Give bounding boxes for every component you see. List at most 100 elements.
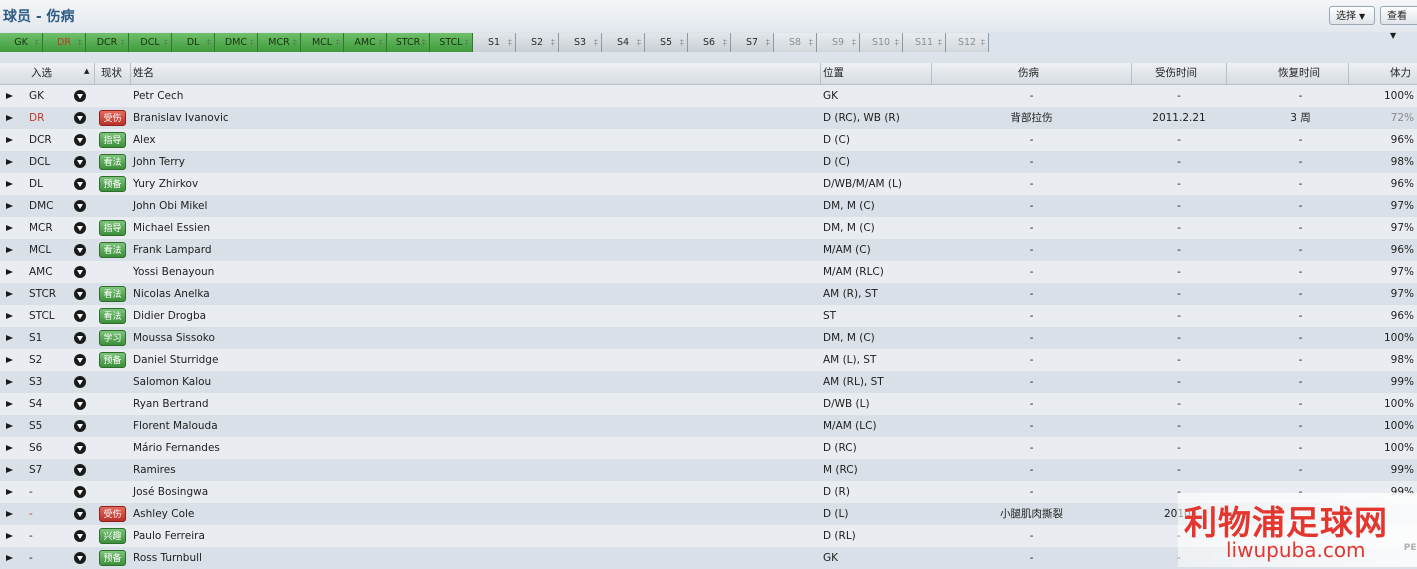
table-row[interactable]: DMC John Obi Mikel DM, M (C) - - -97% xyxy=(0,195,1417,217)
table-row[interactable]: AMC Yossi Benayoun M/AM (RLC) - - -97% xyxy=(0,261,1417,283)
table-row[interactable]: S3 Salomon Kalou AM (RL), ST - - -99% xyxy=(0,371,1417,393)
table-row[interactable]: STCR 看法 Nicolas Anelka AM (R), ST - - -97% xyxy=(0,283,1417,305)
slot-tab[interactable]: MCR xyxy=(258,33,301,52)
status-badge[interactable]: 兴趣 xyxy=(99,528,126,544)
dropdown-circle-icon[interactable] xyxy=(74,288,86,300)
select-button[interactable]: 选择 ▼ xyxy=(1329,6,1375,25)
expand-arrow-icon[interactable] xyxy=(6,335,13,341)
col-name[interactable]: 姓名 xyxy=(133,63,154,84)
drag-handle-icon[interactable] xyxy=(594,39,598,46)
expand-arrow-icon[interactable] xyxy=(6,181,13,187)
expand-arrow-icon[interactable] xyxy=(6,401,13,407)
dropdown-circle-icon[interactable] xyxy=(74,134,86,146)
drag-handle-icon[interactable] xyxy=(895,39,899,46)
expand-arrow-icon[interactable] xyxy=(6,379,13,385)
drag-handle-icon[interactable] xyxy=(293,39,297,46)
slot-tab[interactable]: GK xyxy=(0,33,43,52)
slot-tab[interactable]: DR xyxy=(43,33,86,52)
dropdown-circle-icon[interactable] xyxy=(74,442,86,454)
drag-handle-icon[interactable] xyxy=(852,39,856,46)
dropdown-circle-icon[interactable] xyxy=(74,266,86,278)
slot-tab[interactable]: S10 xyxy=(860,33,903,52)
col-status[interactable]: 现状 xyxy=(101,63,122,84)
dropdown-circle-icon[interactable] xyxy=(74,486,86,498)
dropdown-circle-icon[interactable] xyxy=(74,354,86,366)
col-injured-date[interactable]: 受伤时间 xyxy=(1155,63,1197,84)
drag-handle-icon[interactable] xyxy=(766,39,770,46)
dropdown-circle-icon[interactable] xyxy=(74,244,86,256)
expand-arrow-icon[interactable] xyxy=(6,313,13,319)
dropdown-circle-icon[interactable] xyxy=(74,464,86,476)
slot-tab[interactable]: STCL xyxy=(430,33,473,52)
dropdown-circle-icon[interactable] xyxy=(74,508,86,520)
status-badge[interactable]: 学习 xyxy=(99,330,126,346)
drag-handle-icon[interactable] xyxy=(508,39,512,46)
status-badge[interactable]: 看法 xyxy=(99,286,126,302)
expand-arrow-icon[interactable] xyxy=(6,489,13,495)
table-row[interactable]: DR 受伤 Branislav Ivanovic D (RC), WB (R) 背部拉伤… xyxy=(0,107,1417,129)
dropdown-circle-icon[interactable] xyxy=(74,376,86,388)
drag-handle-icon[interactable] xyxy=(379,39,383,46)
table-row[interactable]: S6 Mário Fernandes D (RC) - - -100% xyxy=(0,437,1417,459)
expand-arrow-icon[interactable] xyxy=(6,159,13,165)
dropdown-circle-icon[interactable] xyxy=(74,398,86,410)
drag-handle-icon[interactable] xyxy=(422,39,426,46)
status-badge[interactable]: 预备 xyxy=(99,176,126,192)
table-row[interactable]: STCL 看法 Didier Drogba ST - - -96% xyxy=(0,305,1417,327)
dropdown-circle-icon[interactable] xyxy=(74,222,86,234)
status-badge[interactable]: 指导 xyxy=(99,220,126,236)
table-row[interactable]: MCL 看法 Frank Lampard M/AM (C) - - -96% xyxy=(0,239,1417,261)
expand-arrow-icon[interactable] xyxy=(6,247,13,253)
expand-arrow-icon[interactable] xyxy=(6,137,13,143)
drag-handle-icon[interactable] xyxy=(680,39,684,46)
table-row[interactable]: S2 预备 Daniel Sturridge AM (L), ST - - -98% xyxy=(0,349,1417,371)
drag-handle-icon[interactable] xyxy=(121,39,125,46)
slot-tab[interactable]: DCR xyxy=(86,33,129,52)
table-row[interactable]: MCR 指导 Michael Essien DM, M (C) - - -97% xyxy=(0,217,1417,239)
slot-tab[interactable]: S2 xyxy=(516,33,559,52)
table-row[interactable]: S7 Ramires M (RC) - - -99% xyxy=(0,459,1417,481)
col-injury[interactable]: 伤病 xyxy=(1018,63,1039,84)
dropdown-circle-icon[interactable] xyxy=(74,90,86,102)
drag-handle-icon[interactable] xyxy=(809,39,813,46)
col-condition[interactable]: 体力 xyxy=(1390,63,1411,84)
slot-tab[interactable]: S9 xyxy=(817,33,860,52)
slot-tab[interactable]: S6 xyxy=(688,33,731,52)
table-row[interactable]: S5 Florent Malouda M/AM (LC) - - -100% xyxy=(0,415,1417,437)
drag-handle-icon[interactable] xyxy=(981,39,985,46)
dropdown-circle-icon[interactable] xyxy=(74,332,86,344)
dropdown-circle-icon[interactable] xyxy=(74,112,86,124)
col-position[interactable]: 位置 xyxy=(823,63,844,84)
col-selection[interactable]: 入选 xyxy=(31,63,52,84)
expand-arrow-icon[interactable] xyxy=(6,291,13,297)
status-badge[interactable]: 预备 xyxy=(99,550,126,566)
slot-tab[interactable]: S5 xyxy=(645,33,688,52)
slot-tab[interactable]: MCL xyxy=(301,33,344,52)
expand-arrow-icon[interactable] xyxy=(6,445,13,451)
expand-arrow-icon[interactable] xyxy=(6,511,13,517)
drag-handle-icon[interactable] xyxy=(465,39,469,46)
expand-arrow-icon[interactable] xyxy=(6,115,13,121)
slot-tab[interactable]: S4 xyxy=(602,33,645,52)
dropdown-circle-icon[interactable] xyxy=(74,156,86,168)
status-badge[interactable]: 受伤 xyxy=(99,110,126,126)
drag-handle-icon[interactable] xyxy=(723,39,727,46)
slot-tab[interactable]: S11 xyxy=(903,33,946,52)
drag-handle-icon[interactable] xyxy=(551,39,555,46)
expand-arrow-icon[interactable] xyxy=(6,93,13,99)
drag-handle-icon[interactable] xyxy=(78,39,82,46)
drag-handle-icon[interactable] xyxy=(250,39,254,46)
slot-tab[interactable]: DCL xyxy=(129,33,172,52)
slot-tab[interactable]: S7 xyxy=(731,33,774,52)
dropdown-circle-icon[interactable] xyxy=(74,310,86,322)
status-badge[interactable]: 看法 xyxy=(99,308,126,324)
dropdown-circle-icon[interactable] xyxy=(74,178,86,190)
expand-arrow-icon[interactable] xyxy=(6,533,13,539)
dropdown-circle-icon[interactable] xyxy=(74,552,86,564)
drag-handle-icon[interactable] xyxy=(207,39,211,46)
expand-arrow-icon[interactable] xyxy=(6,225,13,231)
expand-arrow-icon[interactable] xyxy=(6,423,13,429)
drag-handle-icon[interactable] xyxy=(938,39,942,46)
table-row[interactable]: S1 学习 Moussa Sissoko DM, M (C) - - -100% xyxy=(0,327,1417,349)
view-button[interactable]: 查看 ▼ xyxy=(1380,6,1417,40)
